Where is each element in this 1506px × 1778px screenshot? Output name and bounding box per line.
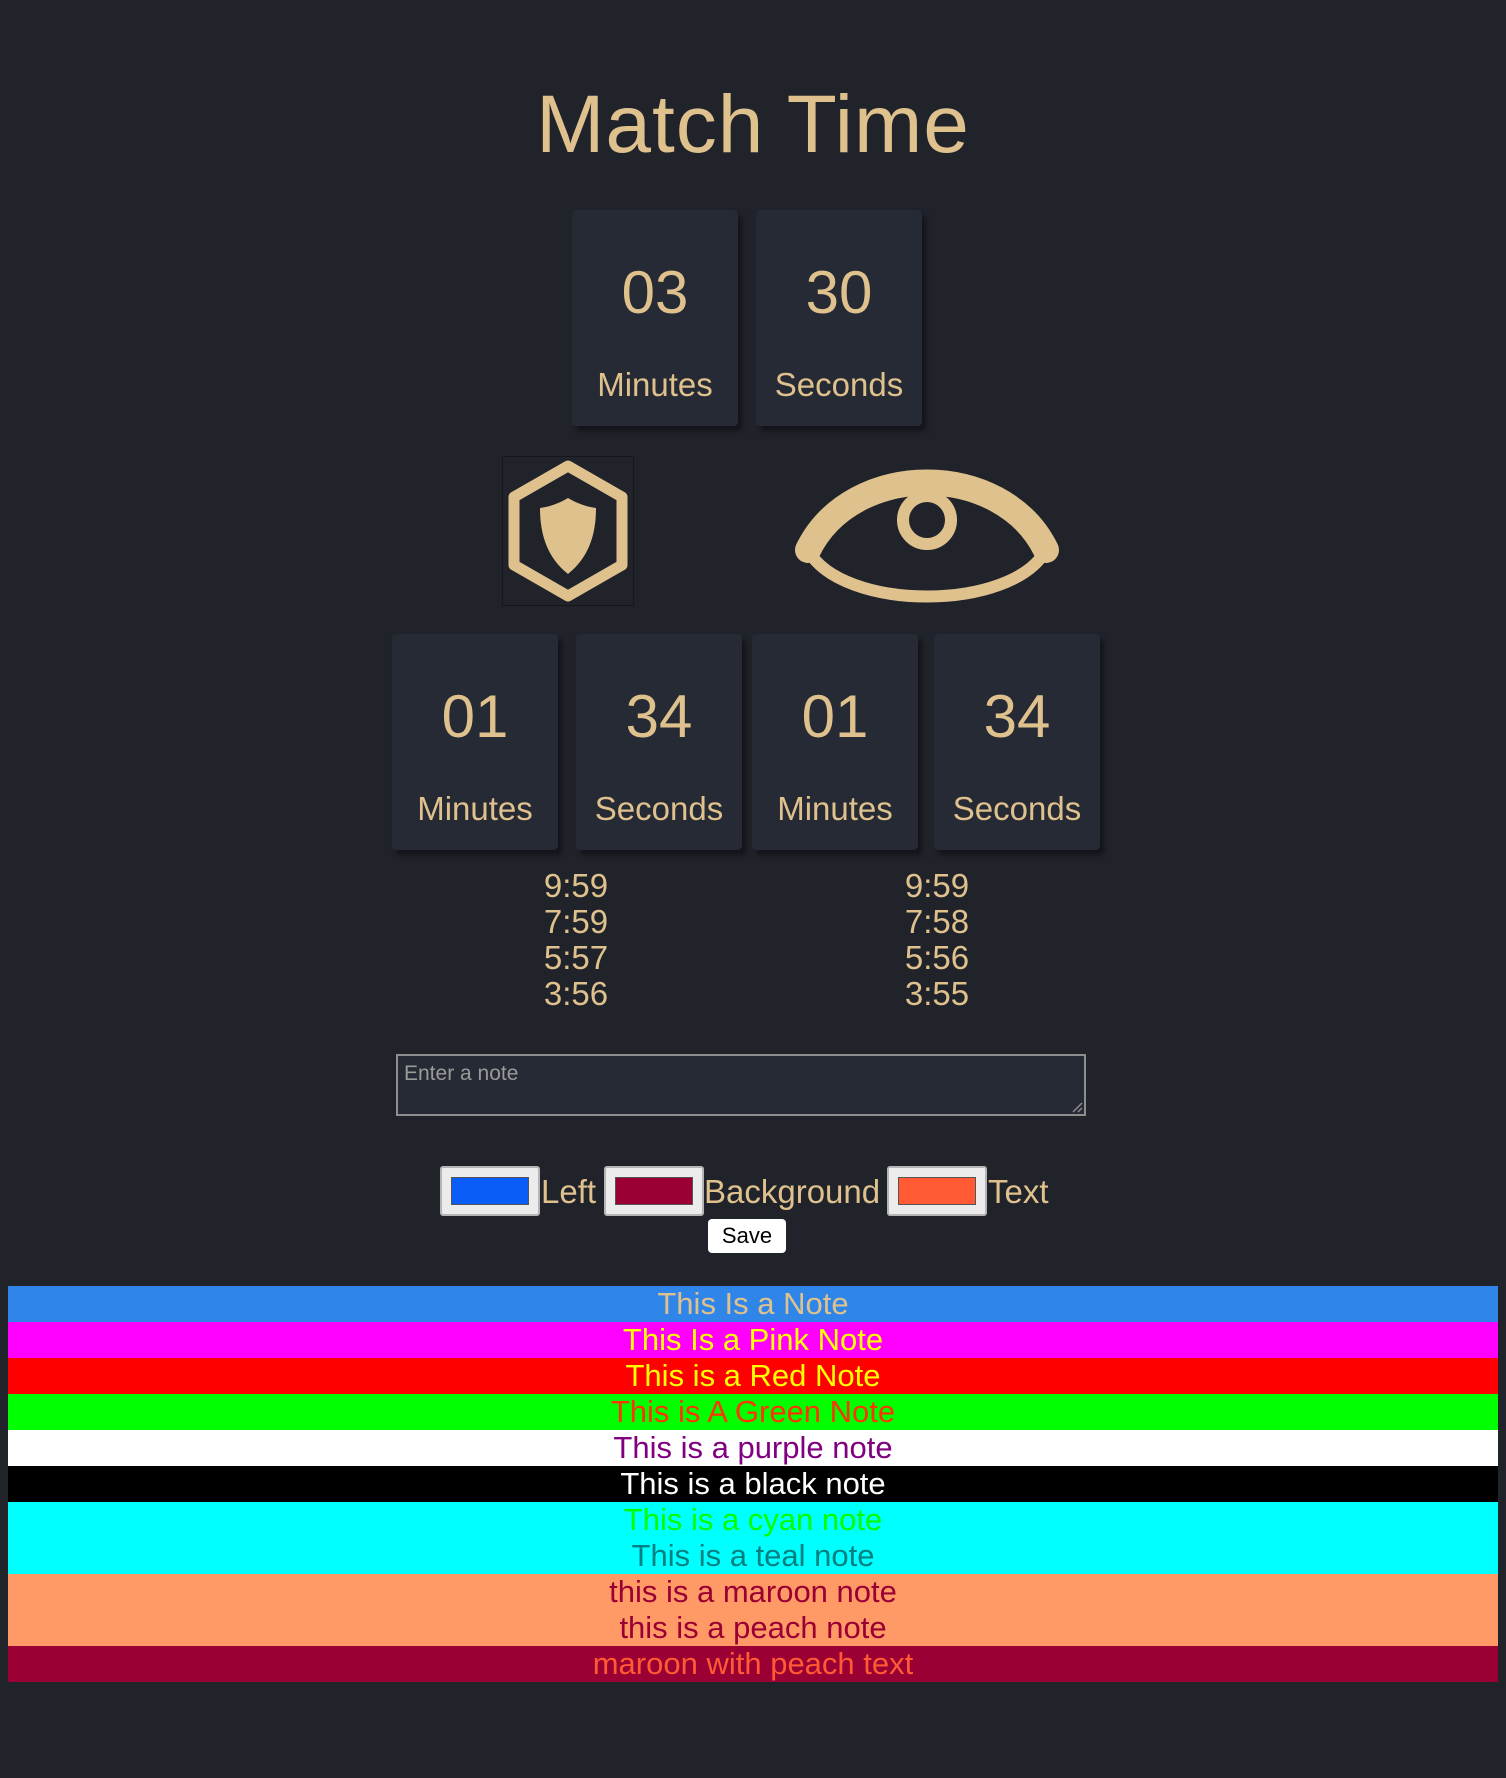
note-item: This is a purple note <box>8 1430 1498 1466</box>
left-color-label: Left <box>541 1173 597 1210</box>
left-time-entry: 7:59 <box>543 903 609 940</box>
right-time-entry: 9:59 <box>904 867 970 904</box>
match-minutes-value: 03 <box>621 259 689 326</box>
match-minutes-label: Minutes <box>597 366 713 403</box>
right-seconds-tile: 34 Seconds <box>934 634 1100 850</box>
background-color-swatch <box>615 1177 693 1205</box>
note-item: This Is a Pink Note <box>8 1322 1498 1358</box>
right-seconds-label: Seconds <box>952 790 1082 827</box>
shield-hexagon-icon[interactable] <box>502 456 634 606</box>
right-time-entry: 3:55 <box>904 975 970 1012</box>
left-minutes-label: Minutes <box>417 790 533 827</box>
note-input[interactable] <box>396 1054 1086 1116</box>
right-time-entry: 5:56 <box>904 939 970 976</box>
text-color-swatch <box>898 1177 976 1205</box>
resize-grip-icon[interactable] <box>1071 1101 1083 1113</box>
page-title: Match Time <box>536 79 970 170</box>
background-color-picker[interactable] <box>604 1166 704 1216</box>
match-minutes-tile: 03 Minutes <box>572 210 738 426</box>
match-seconds-label: Seconds <box>774 366 904 403</box>
note-item: this is a maroon note <box>8 1574 1498 1610</box>
match-seconds-tile: 30 Seconds <box>756 210 922 426</box>
note-item: This is a cyan note <box>8 1502 1498 1538</box>
left-time-list: 9:59 7:59 5:57 3:56 <box>476 868 676 1012</box>
note-item: maroon with peach text <box>8 1646 1498 1682</box>
left-minutes-value: 01 <box>441 683 509 750</box>
note-item: This is a Red Note <box>8 1358 1498 1394</box>
right-time-list: 9:59 7:58 5:56 3:55 <box>837 868 1037 1012</box>
right-minutes-value: 01 <box>801 683 869 750</box>
left-seconds-value: 34 <box>625 683 693 750</box>
eye-icon[interactable] <box>792 466 1062 606</box>
note-item: This is A Green Note <box>8 1394 1498 1430</box>
save-button[interactable]: Save <box>708 1219 786 1253</box>
left-color-swatch <box>451 1177 529 1205</box>
left-minutes-tile: 01 Minutes <box>392 634 558 850</box>
background-color-label: Background <box>704 1173 881 1210</box>
left-seconds-label: Seconds <box>594 790 724 827</box>
right-seconds-value: 34 <box>983 683 1051 750</box>
right-minutes-label: Minutes <box>777 790 893 827</box>
left-time-entry: 9:59 <box>543 867 609 904</box>
note-item: This Is a Note <box>8 1286 1498 1322</box>
notes-list: This Is a Note This Is a Pink Note This … <box>8 1286 1498 1682</box>
left-time-entry: 5:57 <box>543 939 609 976</box>
right-minutes-tile: 01 Minutes <box>752 634 918 850</box>
right-time-entry: 7:58 <box>904 903 970 940</box>
left-color-picker[interactable] <box>440 1166 540 1216</box>
match-seconds-value: 30 <box>805 259 873 326</box>
text-color-label: Text <box>988 1173 1049 1210</box>
text-color-picker[interactable] <box>887 1166 987 1216</box>
left-seconds-tile: 34 Seconds <box>576 634 742 850</box>
note-item: This is a black note <box>8 1466 1498 1502</box>
note-item: This is a teal note <box>8 1538 1498 1574</box>
note-item: this is a peach note <box>8 1610 1498 1646</box>
left-time-entry: 3:56 <box>543 975 609 1012</box>
